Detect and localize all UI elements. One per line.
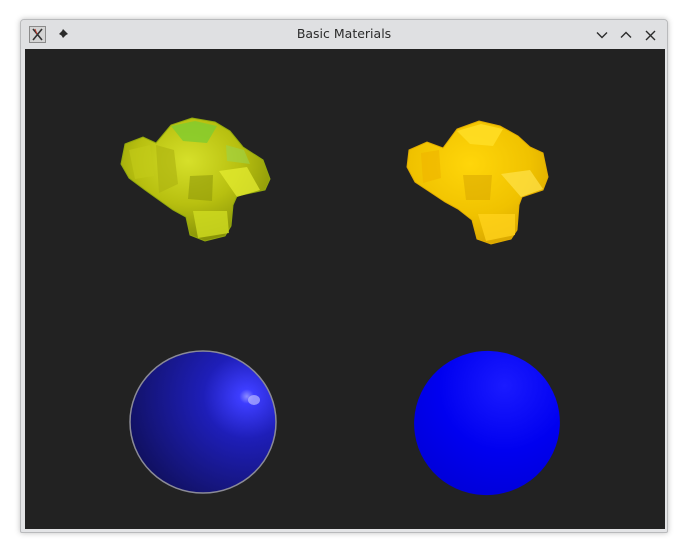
- app-window: Basic Materials: [20, 19, 668, 533]
- sphere-bottom-left: [129, 350, 277, 494]
- chevron-up-icon: [620, 31, 632, 38]
- close-button[interactable]: [641, 26, 659, 44]
- render-viewport[interactable]: [25, 49, 665, 529]
- close-icon: [645, 30, 655, 40]
- scene-canvas: [120, 117, 560, 496]
- monkey-top-left: [120, 117, 271, 242]
- minimize-button[interactable]: [593, 26, 611, 44]
- sphere-bottom-right: [414, 350, 560, 496]
- window-title: Basic Materials: [296, 26, 392, 41]
- titlebar[interactable]: Basic Materials: [21, 20, 667, 49]
- maximize-button[interactable]: [617, 26, 635, 44]
- monkey-top-right: [406, 120, 549, 245]
- chevron-down-icon: [596, 32, 608, 39]
